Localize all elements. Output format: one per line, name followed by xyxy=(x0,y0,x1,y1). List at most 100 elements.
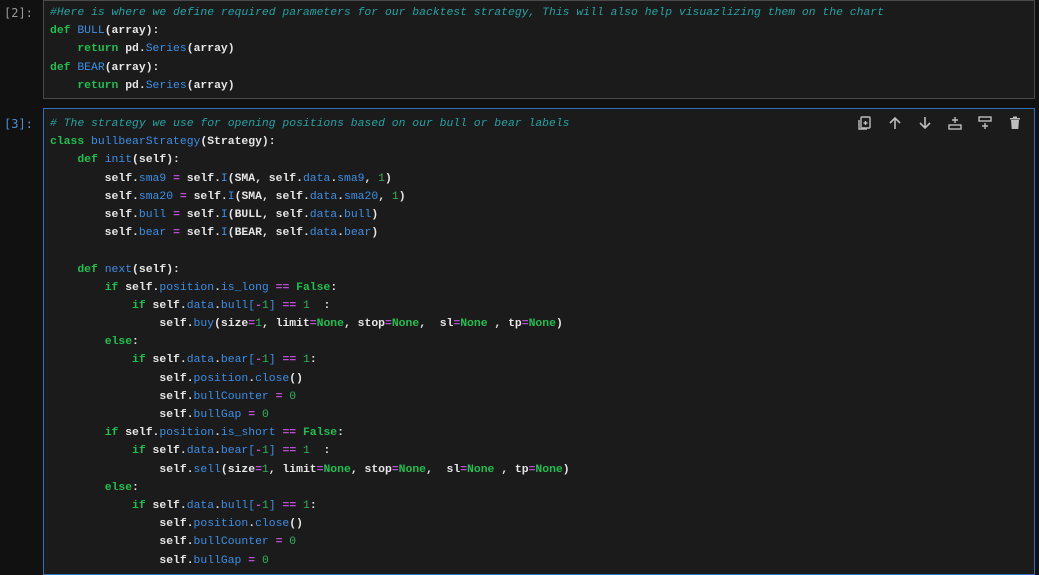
insert-cell-below-button[interactable] xyxy=(974,113,996,133)
code-token-num: 1 xyxy=(303,299,310,312)
code-token-plain: (array) xyxy=(186,43,235,56)
code-token-plain: self. xyxy=(50,208,139,221)
code-token-attr: data xyxy=(309,190,338,203)
code-line: self.bear = self.I(BEAR, self.data.bear) xyxy=(50,224,1034,242)
code-token-plain: self. xyxy=(50,372,194,385)
code-token-plain: . xyxy=(214,354,221,367)
code-token-attr: bull xyxy=(343,208,372,221)
code-token-plain: self. xyxy=(152,445,187,458)
code-token-kw: return xyxy=(77,43,126,56)
code-token-plain: (size xyxy=(220,463,256,476)
code-token-attr: ] xyxy=(268,445,276,458)
code-token-plain: : xyxy=(132,481,139,494)
code-token-plain: : xyxy=(309,354,317,367)
code-token-kw: None xyxy=(467,463,495,476)
code-token-op: = xyxy=(173,172,180,185)
code-token-plain: , xyxy=(364,172,379,185)
code-token-op: == xyxy=(275,281,290,294)
duplicate-icon xyxy=(858,116,871,130)
code-token-plain: : xyxy=(309,299,331,312)
code-token-attr: data xyxy=(309,227,338,240)
code-token-plain: . xyxy=(214,427,221,440)
code-token-plain: . xyxy=(214,445,221,458)
code-token-plain: . xyxy=(337,227,344,240)
code-token-plain: , xyxy=(378,190,392,203)
code-token-op: = xyxy=(255,463,262,476)
code-token-attr: ] xyxy=(268,499,276,512)
code-token-op: = xyxy=(391,463,399,476)
code-token-kw: None xyxy=(316,318,344,331)
code-token-plain: (BULL, self. xyxy=(227,208,310,221)
code-line: self.position.close() xyxy=(50,515,1034,533)
code-token-kw: None xyxy=(528,318,556,331)
code-token-attr: bear xyxy=(220,445,249,458)
code-token-num: 1 xyxy=(261,299,269,312)
code-token-plain: ) xyxy=(555,318,563,331)
code-line: self.sma9 = self.I(SMA, self.data.sma9, … xyxy=(50,170,1034,188)
code-token-attr: bullCounter xyxy=(193,390,269,403)
code-editor[interactable]: #Here is where we define required parame… xyxy=(43,0,1035,99)
code-token-num: 1 xyxy=(261,445,269,458)
code-token-kw: False xyxy=(296,281,331,294)
code-token-plain: () xyxy=(289,518,303,531)
code-line: self.position.close() xyxy=(50,370,1034,388)
code-token-attr: I xyxy=(220,227,228,240)
code-token-plain: self. xyxy=(50,227,139,240)
code-line: #Here is where we define required parame… xyxy=(50,4,1034,22)
code-token-def: BEAR xyxy=(77,61,105,74)
code-token-plain: () xyxy=(289,372,303,385)
code-editor[interactable]: # The strategy we use for opening positi… xyxy=(43,108,1035,575)
code-token-attr: close xyxy=(255,372,290,385)
code-token-plain: (array): xyxy=(104,25,160,38)
code-token-attr: I xyxy=(227,190,235,203)
code-token-op: - xyxy=(255,499,262,512)
code-token-plain: : xyxy=(309,445,331,458)
code-token-attr: position xyxy=(159,427,215,440)
code-token-plain: ) xyxy=(371,208,379,221)
insert-cell-above-button[interactable] xyxy=(944,113,966,133)
code-token-plain: . xyxy=(214,299,221,312)
code-token-attr: bull xyxy=(220,299,249,312)
code-line: if self.data.bull[-1] == 1 : xyxy=(50,297,1034,315)
code-token-op: - xyxy=(255,445,262,458)
code-token-kw: return xyxy=(77,79,126,92)
duplicate-cell-button[interactable] xyxy=(854,113,876,133)
move-down-button[interactable] xyxy=(914,113,936,133)
code-token-plain: . xyxy=(214,499,221,512)
code-line: if self.data.bear[-1] == 1: xyxy=(50,351,1034,369)
code-token-plain: : xyxy=(132,336,139,349)
code-token-def: BULL xyxy=(77,25,105,38)
code-token-plain: : xyxy=(330,281,338,294)
code-token-plain: ) xyxy=(371,227,379,240)
code-token-attr: sma20 xyxy=(344,190,379,203)
insert-above-icon xyxy=(948,117,962,130)
code-token-attr: position xyxy=(159,281,215,294)
code-line: class bullbearStrategy(Strategy): xyxy=(50,133,1034,151)
code-token-plain: ) xyxy=(562,463,570,476)
code-token-plain: , limit xyxy=(268,463,317,476)
code-token-kw: else xyxy=(104,336,133,349)
code-token-num: 0 xyxy=(289,536,297,549)
code-token-plain: . xyxy=(337,190,344,203)
code-token-plain: self. xyxy=(125,427,160,440)
delete-cell-button[interactable] xyxy=(1004,113,1026,133)
code-token-num: 1 xyxy=(378,172,386,185)
code-token-num: 1 xyxy=(303,354,310,367)
code-token-plain: self. xyxy=(50,463,194,476)
move-up-button[interactable] xyxy=(884,113,906,133)
code-token-plain: self. xyxy=(125,281,160,294)
code-line: else: xyxy=(50,479,1034,497)
code-token-plain: self. xyxy=(179,172,221,185)
code-token-attr: bull xyxy=(220,499,249,512)
